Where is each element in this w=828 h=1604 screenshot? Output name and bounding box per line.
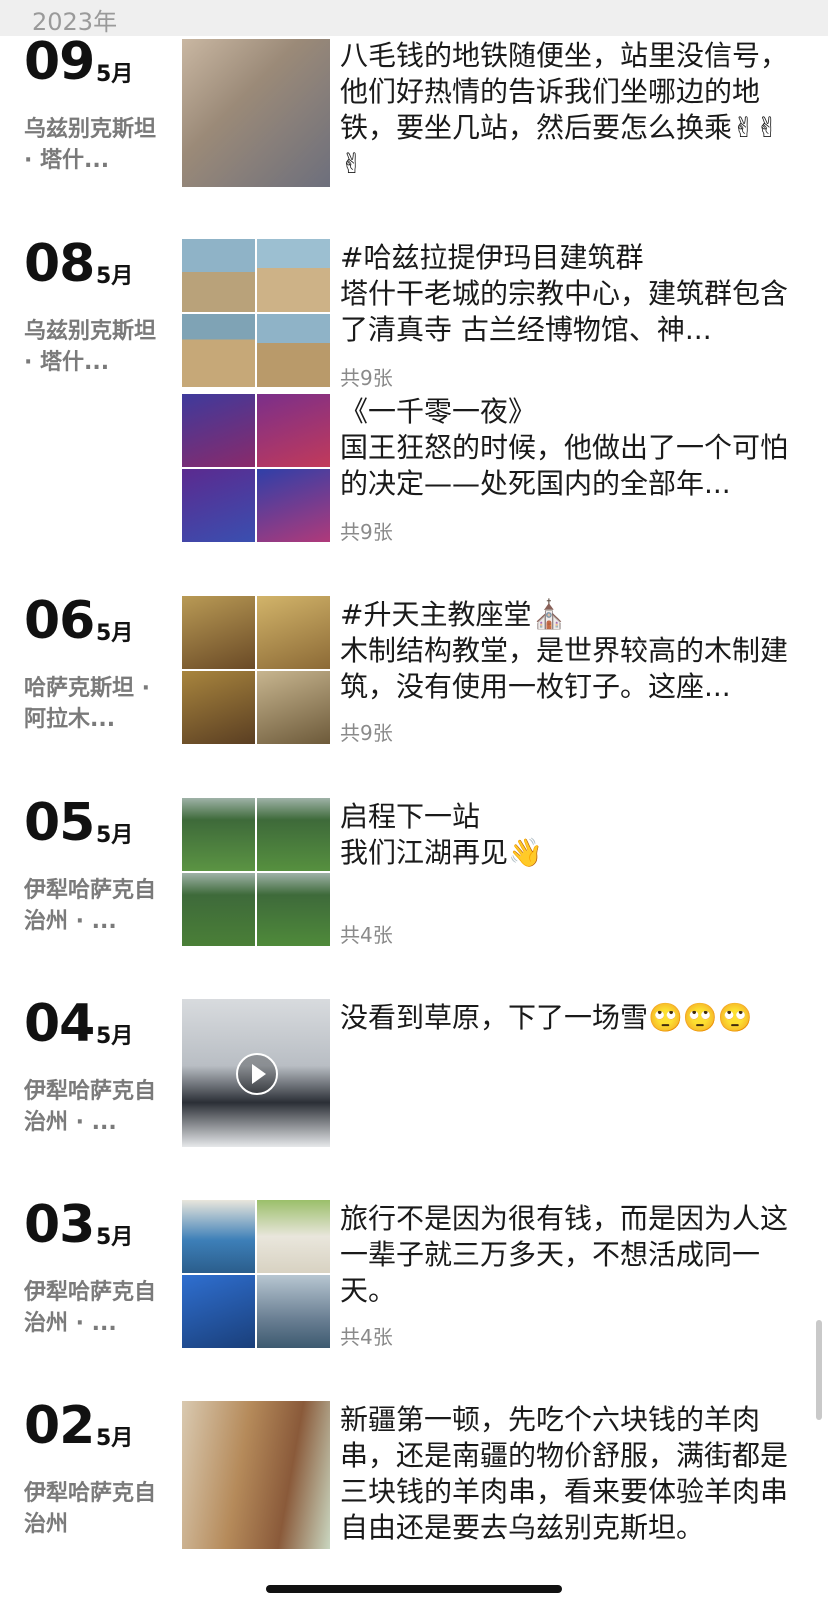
photo — [182, 596, 255, 669]
post-thumbnail[interactable] — [182, 39, 330, 187]
photo — [257, 469, 330, 542]
scrollbar[interactable] — [816, 1320, 822, 1420]
entry-month: 5月 — [96, 1426, 134, 1451]
post-thumbnail-grid[interactable] — [182, 239, 330, 387]
post-thumbnail-grid[interactable] — [182, 1200, 330, 1348]
entry-day: 02 — [24, 1396, 95, 1456]
photo — [182, 314, 255, 387]
photo — [257, 873, 330, 946]
photo — [182, 671, 255, 744]
entry-location: 伊犁哈萨克自治州 · ... — [24, 1280, 157, 1336]
entry-month: 5月 — [96, 621, 134, 646]
post-text[interactable]: 《一千零一夜》 国王狂怒的时候，他做出了一个可怕的决定——处死国内的全部年... — [340, 394, 800, 502]
entry-location: 伊犁哈萨克自治州 · ... — [24, 1079, 157, 1135]
post-text[interactable]: 启程下一站 我们江湖再见👋 — [340, 799, 800, 871]
photo — [257, 596, 330, 669]
photo — [257, 1200, 330, 1273]
entry-location: 哈萨克斯坦 · 阿拉木... — [24, 676, 151, 732]
post-text[interactable]: #升天主教座堂⛪ 木制结构教堂，是世界较高的木制建筑，没有使用一枚钉子。这座..… — [340, 597, 800, 705]
entry-month: 5月 — [96, 264, 134, 289]
video-thumbnail[interactable] — [182, 999, 330, 1147]
photo-count: 共9张 — [340, 520, 393, 544]
photo — [182, 469, 255, 542]
photo — [182, 798, 255, 871]
post-text[interactable]: #哈兹拉提伊玛目建筑群 塔什干老城的宗教中心，建筑群包含了清真寺 古兰经博物馆、… — [340, 240, 800, 348]
photo — [182, 394, 255, 467]
entry-day: 03 — [24, 1195, 95, 1255]
post-text[interactable]: 旅行不是因为很有钱，而是因为人这一辈子就三万多天，不想活成同一天。 — [340, 1201, 800, 1309]
entry-month: 5月 — [96, 62, 134, 87]
photo — [182, 1275, 255, 1348]
entry-day: 05 — [24, 793, 95, 853]
photo — [182, 1401, 330, 1549]
photo — [257, 798, 330, 871]
entry-location: 伊犁哈萨克自治州 · ... — [24, 878, 157, 934]
entry-month: 5月 — [96, 1024, 134, 1049]
photo-count: 共9张 — [340, 366, 393, 390]
entry-location: 乌兹别克斯坦 · 塔什... — [24, 319, 157, 375]
play-icon[interactable] — [236, 1053, 278, 1095]
year-label: 2023年 — [32, 8, 118, 36]
entry-location: 乌兹别克斯坦 · 塔什... — [24, 117, 157, 173]
photo-grid — [182, 1200, 330, 1348]
year-header: 2023年 — [0, 0, 828, 36]
entry-day: 04 — [24, 994, 95, 1054]
post-thumbnail-grid[interactable] — [182, 394, 330, 542]
entry-day: 08 — [24, 234, 95, 294]
photo-count: 共4张 — [340, 923, 393, 947]
entry-day: 09 — [24, 32, 95, 92]
photo-grid — [182, 798, 330, 946]
photo — [182, 1200, 255, 1273]
photo — [182, 239, 255, 312]
photo — [257, 671, 330, 744]
post-text[interactable]: 没看到草原，下了一场雪🙄🙄🙄 — [340, 1000, 800, 1036]
photo-grid — [182, 394, 330, 542]
entry-month: 5月 — [96, 823, 134, 848]
entry-day: 06 — [24, 591, 95, 651]
home-indicator[interactable] — [266, 1585, 562, 1593]
post-text[interactable]: 八毛钱的地铁随便坐，站里没信号，他们好热情的告诉我们坐哪边的地铁，要坐几站，然后… — [340, 38, 800, 182]
photo — [182, 873, 255, 946]
entry-month: 5月 — [96, 1225, 134, 1250]
photo — [257, 314, 330, 387]
post-thumbnail-grid[interactable] — [182, 798, 330, 946]
photo — [257, 239, 330, 312]
post-text[interactable]: 新疆第一顿，先吃个六块钱的羊肉串，还是南疆的物价舒服，满街都是三块钱的羊肉串，看… — [340, 1402, 800, 1546]
post-thumbnail-grid[interactable] — [182, 596, 330, 744]
photo-count: 共4张 — [340, 1325, 393, 1349]
photo-grid — [182, 596, 330, 744]
photo-grid — [182, 239, 330, 387]
photo — [257, 1275, 330, 1348]
entry-location: 伊犁哈萨克自治州 — [24, 1481, 157, 1537]
post-thumbnail[interactable] — [182, 1401, 330, 1549]
photo-count: 共9张 — [340, 721, 393, 745]
photo — [182, 39, 330, 187]
photo — [257, 394, 330, 467]
